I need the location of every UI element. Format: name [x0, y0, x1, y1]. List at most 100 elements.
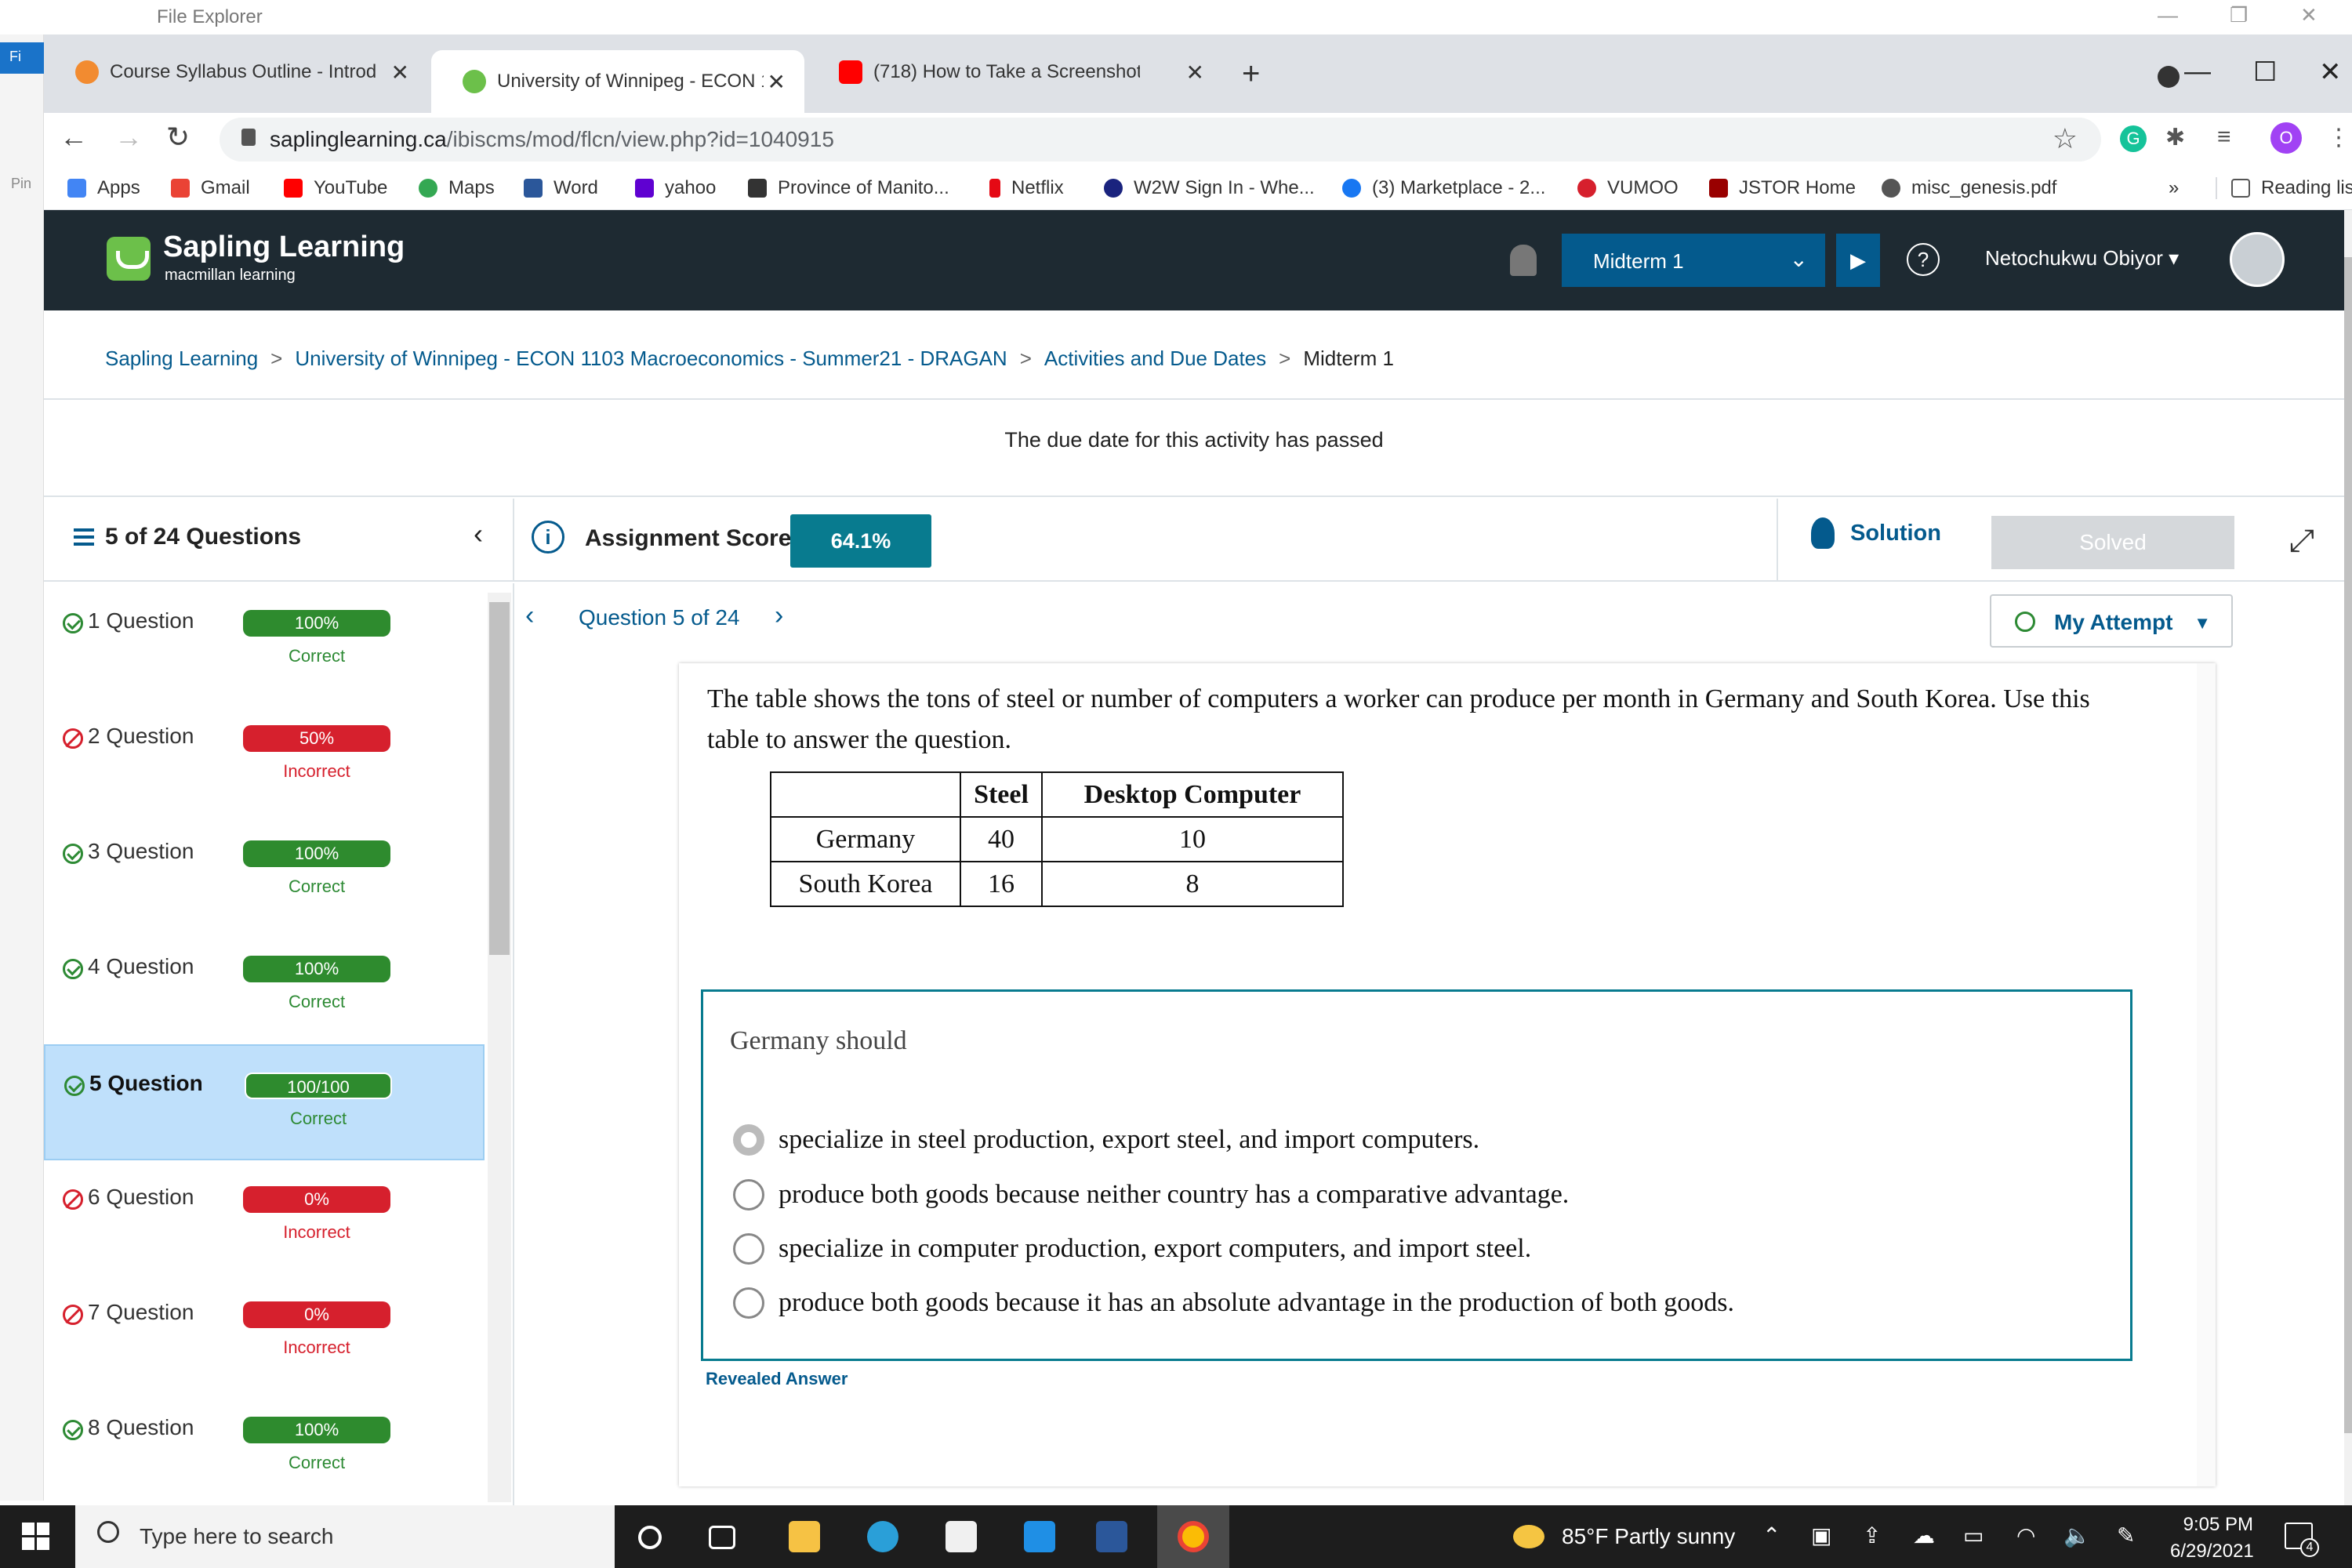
question-item-6[interactable]: 6 Question 0% Incorrect — [44, 1160, 485, 1276]
answer-option-3[interactable]: specialize in computer production, expor… — [733, 1229, 1531, 1269]
volume-icon[interactable]: 🔈 — [2063, 1523, 2091, 1548]
fullscreen-expand-icon[interactable]: ⤢ — [2289, 524, 2314, 559]
bookmark-apps[interactable]: Apps — [67, 177, 140, 199]
radio-selected[interactable] — [733, 1124, 764, 1156]
collapse-sidebar-icon[interactable]: ‹ — [474, 517, 483, 550]
radio[interactable] — [733, 1287, 764, 1319]
help-icon[interactable]: ? — [1907, 243, 1940, 276]
answer-option-1[interactable]: specialize in steel production, export s… — [733, 1120, 1479, 1160]
windows-start-icon[interactable] — [22, 1523, 50, 1551]
reading-list[interactable]: Reading list — [2216, 177, 2352, 199]
fe-minimize-icon[interactable]: — — [2158, 3, 2178, 27]
meet-now-icon[interactable]: ▣ — [1811, 1523, 1831, 1548]
maximize-icon[interactable]: ☐ — [2253, 56, 2277, 88]
panel-scrollbar[interactable] — [2197, 663, 2216, 1486]
pen-icon[interactable]: ✎ — [2117, 1523, 2135, 1548]
question-item-3[interactable]: 3 Question 100% Correct — [44, 814, 485, 930]
tray-chevron-icon[interactable]: ⌃ — [1762, 1523, 1780, 1548]
activity-select[interactable]: Midterm 1 ⌄ — [1562, 234, 1825, 287]
notification-center-icon[interactable]: 4 — [2285, 1523, 2319, 1557]
media-control-icon[interactable]: ≡ — [2217, 124, 2231, 151]
tab-course-syllabus[interactable]: Course Syllabus Outline - Introdu ✕ — [44, 50, 428, 94]
mail-icon[interactable] — [1024, 1521, 1055, 1552]
bookmarks-overflow-icon[interactable]: » — [2169, 177, 2179, 199]
file-explorer-tab[interactable]: Fi — [0, 42, 44, 74]
go-play-button[interactable]: ▶ — [1836, 234, 1880, 287]
sapling-logo-icon[interactable] — [107, 237, 151, 281]
grammarly-extension-icon[interactable]: G — [2120, 125, 2147, 152]
reload-icon[interactable]: ↻ — [166, 121, 190, 154]
menu-dots-icon[interactable]: ⋮ — [2327, 124, 2350, 151]
scrollbar-thumb[interactable] — [489, 602, 510, 955]
bookmark-marketplace[interactable]: (3) Marketplace - 2... — [1342, 177, 1545, 199]
tab-youtube-screenshot[interactable]: (718) How to Take a Screenshot i ✕ — [808, 50, 1223, 94]
question-count[interactable]: 5 of 24 Questions — [74, 524, 301, 550]
bookmark-misc-genesis[interactable]: misc_genesis.pdf — [1882, 177, 2056, 199]
notification-bell-icon[interactable] — [1510, 245, 1537, 276]
bookmark-star-icon[interactable]: ☆ — [2053, 122, 2078, 155]
weather-widget[interactable]: 85°F Partly sunny — [1513, 1524, 1735, 1549]
answer-option-4[interactable]: produce both goods because it has an abs… — [733, 1283, 1734, 1323]
answer-option-2[interactable]: produce both goods because neither count… — [733, 1175, 1569, 1214]
avatar[interactable] — [2230, 232, 2285, 287]
bookmark-youtube[interactable]: YouTube — [284, 177, 387, 199]
tab-university-winnipeg[interactable]: University of Winnipeg - ECON 1 ✕ — [431, 50, 804, 113]
store-icon[interactable] — [946, 1521, 977, 1552]
cortana-icon[interactable] — [638, 1526, 662, 1549]
page-scrollbar[interactable] — [2344, 210, 2352, 1505]
bookmark-yahoo[interactable]: yahoo — [635, 177, 716, 199]
bookmark-jstor[interactable]: JSTOR Home — [1709, 177, 1856, 199]
bookmark-w2w[interactable]: W2W Sign In - Whe... — [1104, 177, 1315, 199]
my-attempt-dropdown[interactable]: My Attempt ▼ — [1990, 594, 2233, 648]
breadcrumb-activities[interactable]: Activities and Due Dates — [1044, 347, 1266, 371]
window-close-icon[interactable]: ✕ — [2319, 56, 2342, 88]
solved-button[interactable]: Solved — [1991, 516, 2234, 569]
minimize-icon[interactable]: — — [2184, 56, 2211, 87]
taskbar-search[interactable]: Type here to search — [75, 1505, 615, 1568]
wifi-icon[interactable]: ◠ — [2016, 1523, 2035, 1548]
question-item-5[interactable]: 5 Question 100/100 Correct — [44, 1044, 485, 1160]
breadcrumb-course[interactable]: University of Winnipeg - ECON 1103 Macro… — [295, 347, 1007, 371]
battery-icon[interactable]: ▭ — [1963, 1523, 1984, 1548]
profile-avatar[interactable]: O — [2270, 122, 2302, 154]
back-icon[interactable]: ← — [60, 121, 88, 154]
brand-name[interactable]: Sapling Learning — [163, 230, 405, 264]
chrome-icon[interactable] — [1178, 1521, 1209, 1552]
forward-icon[interactable]: → — [114, 121, 143, 154]
cloud-icon[interactable]: ☁ — [1913, 1523, 1935, 1548]
radio[interactable] — [733, 1233, 764, 1265]
bookmark-province-manitoba[interactable]: Province of Manito... — [748, 177, 949, 199]
bookmark-maps[interactable]: Maps — [419, 177, 495, 199]
close-icon[interactable]: ✕ — [768, 69, 786, 95]
user-menu[interactable]: Netochukwu Obiyor ▾ — [1985, 246, 2179, 270]
url-text[interactable]: saplinglearning.ca/ibiscms/mod/flcn/view… — [270, 127, 834, 152]
file-explorer-taskbar-icon[interactable] — [789, 1521, 820, 1552]
address-bar[interactable]: saplinglearning.ca/ibiscms/mod/flcn/view… — [220, 118, 2101, 162]
bookmark-word[interactable]: Word — [524, 177, 598, 199]
previous-question-icon[interactable]: ‹ — [525, 601, 534, 631]
close-icon[interactable]: ✕ — [391, 60, 409, 85]
question-item-1[interactable]: 1 Question 100% Correct — [44, 583, 485, 699]
pin-label[interactable]: Pin — [11, 176, 31, 192]
bookmark-vumoo[interactable]: VUMOO — [1577, 177, 1679, 199]
extensions-puzzle-icon[interactable]: ✱ — [2165, 124, 2185, 151]
sidebar-scrollbar[interactable] — [488, 593, 511, 1502]
bookmark-netflix[interactable]: Netflix — [989, 177, 1064, 199]
taskbar-clock[interactable]: 9:05 PM 6/29/2021 — [2170, 1512, 2254, 1565]
radio[interactable] — [733, 1179, 764, 1210]
question-item-4[interactable]: 4 Question 100% Correct — [44, 929, 485, 1045]
breadcrumb-sapling[interactable]: Sapling Learning — [105, 347, 258, 371]
new-tab-button[interactable]: + — [1242, 56, 1260, 92]
bookmark-gmail[interactable]: Gmail — [171, 177, 250, 199]
solution-button[interactable]: Solution — [1811, 517, 1941, 549]
next-question-icon[interactable]: › — [775, 601, 783, 631]
question-item-7[interactable]: 7 Question 0% Incorrect — [44, 1275, 485, 1391]
tab-search-icon[interactable] — [2158, 66, 2180, 88]
fe-restore-icon[interactable]: ❐ — [2230, 3, 2248, 27]
task-view-icon[interactable] — [709, 1526, 735, 1549]
edge-icon[interactable] — [867, 1521, 898, 1552]
fe-close-icon[interactable]: ✕ — [2300, 3, 2318, 27]
close-icon[interactable]: ✕ — [1186, 60, 1204, 85]
upload-icon[interactable]: ⇪ — [1863, 1523, 1881, 1548]
question-item-8[interactable]: 8 Question 100% Correct — [44, 1390, 485, 1505]
